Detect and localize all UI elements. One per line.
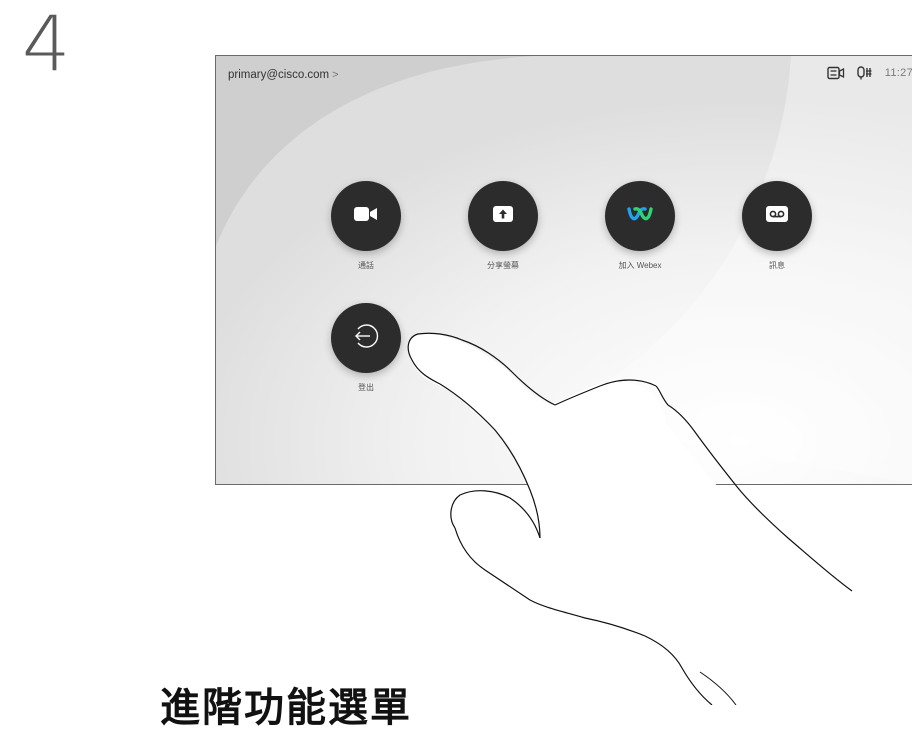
pointing-hand-illustration xyxy=(407,332,858,705)
caption-text: 進階功能選單 xyxy=(160,685,412,731)
